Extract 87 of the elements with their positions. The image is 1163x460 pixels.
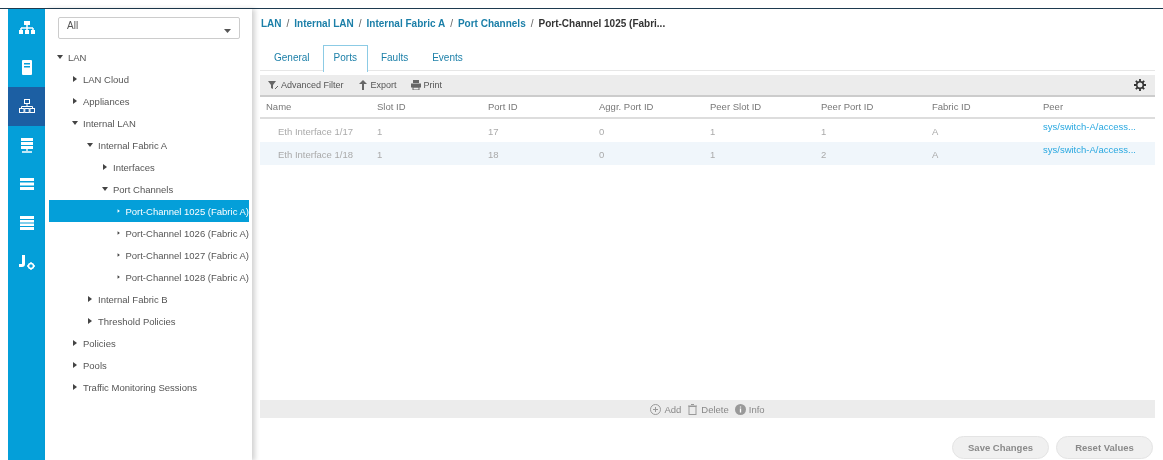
expand-arrow-icon[interactable] bbox=[87, 296, 93, 302]
tree-item[interactable]: Internal Fabric A bbox=[49, 134, 249, 156]
admin-icon bbox=[18, 255, 35, 270]
peer-link[interactable]: sys/switch-A/access... bbox=[1037, 119, 1155, 142]
tab[interactable]: Ports bbox=[322, 45, 368, 72]
tree-item[interactable]: Threshold Policies bbox=[49, 310, 249, 332]
expand-arrow-icon[interactable] bbox=[117, 274, 121, 280]
collapse-arrow-icon[interactable] bbox=[57, 54, 63, 60]
filter-dropdown[interactable]: All bbox=[58, 17, 240, 39]
table-cell-text: Eth Interface 1/17 bbox=[277, 125, 354, 139]
tree-item[interactable]: Internal Fabric B bbox=[49, 288, 249, 310]
table-cell-text: 0 bbox=[598, 148, 606, 162]
tree-item[interactable]: Port Channels bbox=[49, 178, 249, 200]
tree-item[interactable]: Traffic Monitoring Sessions bbox=[49, 376, 249, 398]
expand-arrow-icon[interactable] bbox=[72, 340, 78, 346]
column-header[interactable]: Aggr. Port ID bbox=[593, 97, 704, 117]
tree-item[interactable]: Pools bbox=[49, 354, 249, 376]
column-header[interactable]: Slot ID bbox=[371, 97, 482, 117]
tab[interactable]: Faults bbox=[369, 45, 420, 71]
expand-arrow-icon[interactable] bbox=[72, 76, 78, 82]
tree-item[interactable]: Internal LAN bbox=[49, 112, 249, 134]
column-header[interactable]: Fabric ID bbox=[926, 97, 1037, 117]
breadcrumb-link[interactable]: Internal Fabric A bbox=[366, 18, 446, 32]
upload-arrow-icon bbox=[357, 80, 368, 90]
column-header[interactable]: Peer Port ID bbox=[815, 97, 926, 117]
collapse-arrow-icon[interactable] bbox=[102, 186, 108, 192]
toolbar-button[interactable]: Print bbox=[410, 80, 443, 90]
expand-arrow-icon[interactable] bbox=[102, 164, 108, 170]
toolbar-button[interactable]: Export bbox=[357, 80, 397, 90]
table-cell-text: Eth Interface 1/18 bbox=[277, 148, 354, 162]
peer-link[interactable]: sys/switch-A/access... bbox=[1037, 142, 1155, 165]
tree-item[interactable]: Port-Channel 1027 (Fabric A) bbox=[49, 244, 249, 266]
table-cell-text: 1 bbox=[376, 125, 384, 139]
table-cell-text: 2 bbox=[820, 148, 828, 162]
expand-arrow-icon[interactable] bbox=[72, 384, 78, 390]
toolbar-button[interactable]: Advanced Filter bbox=[268, 80, 344, 90]
breadcrumb-separator: / bbox=[286, 18, 290, 31]
tab[interactable]: Events bbox=[421, 45, 474, 71]
list-icon bbox=[18, 216, 35, 231]
table-cell-text: 1 bbox=[820, 125, 828, 139]
expand-arrow-icon[interactable] bbox=[117, 252, 121, 258]
table-cell-text: 18 bbox=[487, 148, 500, 162]
trash-icon bbox=[687, 403, 699, 415]
column-header[interactable]: Peer bbox=[1037, 97, 1155, 117]
tree-item[interactable]: Interfaces bbox=[49, 156, 249, 178]
breadcrumb-link[interactable]: LAN bbox=[261, 18, 282, 32]
breadcrumb-link[interactable]: Internal LAN bbox=[294, 18, 354, 32]
network-icon bbox=[18, 99, 35, 114]
storage-icon bbox=[18, 138, 35, 153]
tree-item[interactable]: Port-Channel 1028 (Fabric A) bbox=[49, 266, 249, 288]
settings-icon[interactable] bbox=[1134, 79, 1146, 91]
table-cell-text: A bbox=[931, 148, 940, 162]
expand-arrow-icon[interactable] bbox=[87, 318, 93, 324]
tab[interactable]: General bbox=[263, 45, 321, 71]
column-header[interactable]: Port ID bbox=[482, 97, 593, 117]
breadcrumb-separator: / bbox=[530, 18, 534, 31]
printer-icon bbox=[410, 80, 421, 90]
tree-item[interactable]: LAN bbox=[49, 46, 249, 68]
breadcrumb-separator: / bbox=[358, 18, 362, 31]
tree-item[interactable]: LAN Cloud bbox=[49, 68, 249, 90]
caret-icon bbox=[224, 29, 231, 33]
breadcrumb-link[interactable]: Port Channels bbox=[457, 18, 526, 32]
expand-arrow-icon[interactable] bbox=[117, 230, 121, 236]
table-cell-text: 17 bbox=[487, 125, 500, 139]
filter-value: All bbox=[67, 20, 79, 31]
table-cell-text: 0 bbox=[598, 125, 606, 139]
topology-icon bbox=[18, 21, 35, 36]
expand-arrow-icon[interactable] bbox=[72, 362, 78, 368]
expand-arrow-icon[interactable] bbox=[72, 98, 78, 104]
table-cell-text: 1 bbox=[709, 148, 717, 162]
table-cell-text: 1 bbox=[709, 125, 717, 139]
collapse-arrow-icon[interactable] bbox=[72, 120, 78, 126]
chassis-icon bbox=[18, 177, 35, 192]
breadcrumb-current: Port-Channel 1025 (Fabri... bbox=[538, 18, 666, 31]
table-cell-text: A bbox=[931, 125, 940, 139]
breadcrumb-separator: / bbox=[450, 18, 453, 31]
table-cell-text: 1 bbox=[376, 148, 384, 162]
tree-item[interactable]: Port-Channel 1026 (Fabric A) bbox=[49, 222, 249, 244]
tree-item[interactable]: Port-Channel 1025 (Fabric A) bbox=[49, 200, 249, 222]
filter-icon bbox=[268, 80, 278, 90]
tree-item[interactable]: Appliances bbox=[49, 90, 249, 112]
tree-item[interactable]: Policies bbox=[49, 332, 249, 354]
collapse-arrow-icon[interactable] bbox=[87, 142, 93, 148]
info-icon bbox=[734, 403, 746, 415]
column-header[interactable]: Name bbox=[260, 97, 371, 117]
add-icon bbox=[650, 403, 662, 415]
column-header[interactable]: Peer Slot ID bbox=[704, 97, 815, 117]
